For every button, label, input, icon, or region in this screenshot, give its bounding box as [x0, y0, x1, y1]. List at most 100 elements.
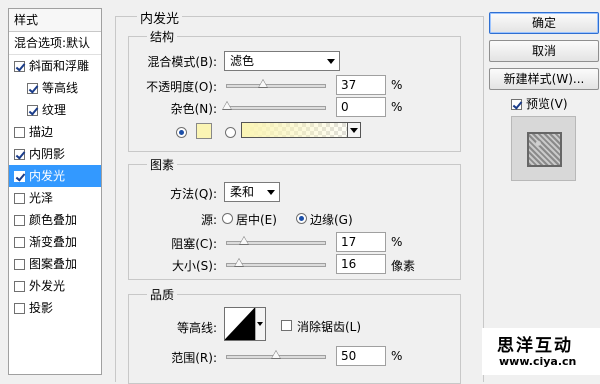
style-item-label: 斜面和浮雕 — [29, 59, 90, 73]
style-item-inner-shadow[interactable]: 内阴影 — [9, 143, 101, 165]
gradient-picker[interactable] — [241, 122, 361, 138]
style-item-label: 渐变叠加 — [29, 235, 78, 249]
method-select[interactable]: 柔和 — [224, 182, 280, 202]
opacity-slider-thumb[interactable] — [258, 79, 269, 88]
style-item-label: 内阴影 — [29, 147, 66, 161]
contour-checkbox[interactable] — [27, 83, 38, 94]
gradient-overlay-checkbox[interactable] — [14, 237, 25, 248]
glow-color-swatch[interactable] — [196, 123, 212, 139]
style-item-label: 等高线 — [42, 81, 79, 95]
style-item-bevel-emboss[interactable]: 斜面和浮雕 — [9, 55, 101, 77]
structure-title: 结构 — [147, 28, 178, 45]
style-item-contour[interactable]: 等高线 — [9, 77, 101, 99]
watermark-url: www.ciya.cn — [499, 355, 577, 368]
choke-input[interactable]: 17 — [336, 232, 386, 252]
contour-curve-icon — [225, 308, 255, 340]
style-item-label: 投影 — [29, 301, 54, 315]
elements-title: 图素 — [147, 156, 178, 173]
method-value: 柔和 — [230, 185, 255, 199]
style-item-label: 图案叠加 — [29, 257, 78, 271]
preview-checkbox[interactable] — [511, 99, 522, 110]
style-item-label: 颜色叠加 — [29, 213, 78, 227]
noise-slider[interactable] — [222, 101, 326, 110]
style-item-satin[interactable]: 光泽 — [9, 187, 101, 209]
style-item-label: 外发光 — [29, 279, 66, 293]
chevron-down-icon — [327, 59, 335, 64]
style-item-texture[interactable]: 纹理 — [9, 99, 101, 121]
satin-checkbox[interactable] — [14, 193, 25, 204]
inner-shadow-checkbox[interactable] — [14, 149, 25, 160]
stroke-checkbox[interactable] — [14, 127, 25, 138]
antialias-checkbox[interactable] — [281, 320, 292, 331]
style-item-drop-shadow[interactable]: 投影 — [9, 297, 101, 319]
style-item-color-overlay[interactable]: 颜色叠加 — [9, 209, 101, 231]
quality-title: 品质 — [147, 286, 178, 303]
pattern-overlay-checkbox[interactable] — [14, 259, 25, 270]
source-center-label[interactable]: 居中(E) — [236, 211, 277, 228]
outer-glow-checkbox[interactable] — [14, 281, 25, 292]
blend-mode-select[interactable]: 滤色 — [224, 51, 340, 71]
drop-shadow-checkbox[interactable] — [14, 303, 25, 314]
color-overlay-checkbox[interactable] — [14, 215, 25, 226]
new-style-button[interactable]: 新建样式(W)... — [489, 68, 599, 90]
style-item-stroke[interactable]: 描边 — [9, 121, 101, 143]
chevron-down-icon — [257, 322, 263, 326]
source-edge-label[interactable]: 边缘(G) — [310, 211, 353, 228]
size-slider[interactable] — [226, 258, 326, 267]
gradient-radio[interactable] — [225, 127, 236, 138]
antialias-label[interactable]: 消除锯齿(L) — [297, 318, 361, 335]
range-slider[interactable] — [226, 350, 326, 359]
style-item-outer-glow[interactable]: 外发光 — [9, 275, 101, 297]
opacity-slider[interactable] — [226, 79, 326, 88]
noise-unit: % — [391, 100, 403, 114]
noise-input[interactable]: 0 — [336, 97, 386, 117]
opacity-label: 不透明度(O): — [146, 80, 217, 94]
solid-color-radio[interactable] — [176, 127, 187, 138]
inner-glow-checkbox[interactable] — [14, 171, 25, 182]
style-item-inner-glow[interactable]: 内发光 — [9, 165, 101, 187]
ok-button[interactable]: 确定 — [489, 12, 599, 34]
preview-toggle[interactable]: 预览(V) — [511, 95, 568, 112]
style-item-gradient-overlay[interactable]: 渐变叠加 — [9, 231, 101, 253]
preview-label: 预览(V) — [526, 97, 568, 111]
chevron-down-icon — [267, 190, 275, 195]
styles-header[interactable]: 样式 — [9, 9, 101, 32]
choke-slider-thumb[interactable] — [238, 236, 249, 245]
gradient-dropdown-button[interactable] — [347, 122, 361, 138]
bevel-emboss-checkbox[interactable] — [14, 61, 25, 72]
style-preview — [511, 116, 576, 181]
source-edge-radio[interactable] — [296, 213, 307, 224]
elements-group: 图素 方法(Q): 柔和 源: 居中(E) 边缘(G) 阻塞(C): 17 % … — [128, 156, 461, 280]
range-input[interactable]: 50 — [336, 346, 386, 366]
inner-glow-title: 内发光 — [137, 8, 183, 27]
cancel-button[interactable]: 取消 — [489, 40, 599, 62]
opacity-unit: % — [391, 78, 403, 92]
source-label: 源: — [200, 213, 217, 227]
blend-mode-value: 滤色 — [230, 54, 255, 68]
choke-slider[interactable] — [226, 236, 326, 245]
range-slider-thumb[interactable] — [271, 350, 281, 359]
size-input[interactable]: 16 — [336, 254, 386, 274]
noise-slider-thumb[interactable] — [222, 101, 232, 110]
chevron-down-icon — [350, 128, 358, 133]
size-label: 大小(S): — [171, 259, 217, 273]
opacity-input[interactable]: 37 — [336, 75, 386, 95]
range-label: 范围(R): — [171, 351, 217, 365]
source-center-radio[interactable] — [222, 213, 233, 224]
style-item-label: 描边 — [29, 125, 54, 139]
choke-label: 阻塞(C): — [171, 237, 217, 251]
size-unit: 像素 — [391, 259, 416, 273]
structure-group: 结构 混合模式(B): 滤色 不透明度(O): 37 % 杂色(N): 0 % — [128, 28, 461, 152]
noise-label: 杂色(N): — [170, 102, 217, 116]
contour-picker[interactable] — [224, 307, 266, 341]
method-label: 方法(Q): — [170, 187, 217, 201]
blend-options-item[interactable]: 混合选项:默认 — [9, 32, 101, 55]
contour-label: 等高线: — [176, 321, 217, 335]
range-unit: % — [391, 349, 403, 363]
style-item-pattern-overlay[interactable]: 图案叠加 — [9, 253, 101, 275]
preview-swatch — [527, 132, 562, 167]
texture-checkbox[interactable] — [27, 105, 38, 116]
watermark: 思洋互动 www.ciya.cn — [482, 328, 600, 375]
choke-unit: % — [391, 235, 403, 249]
size-slider-thumb[interactable] — [234, 258, 244, 267]
